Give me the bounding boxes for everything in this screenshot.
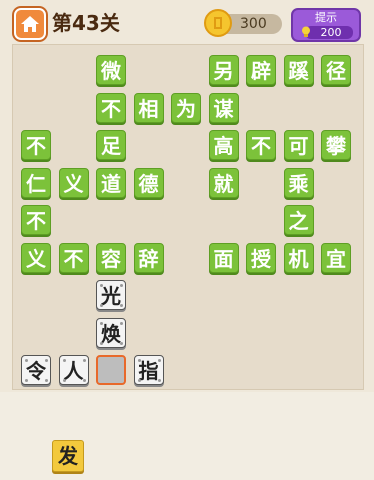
solved-tile: 为 [171,92,201,123]
hint-button[interactable]: 提示 200 [291,8,361,42]
solved-tile: 德 [133,167,164,198]
choice-tile[interactable]: 发 [52,440,84,472]
solved-tile: 不 [21,205,51,235]
solved-tile: 相 [133,92,164,123]
home-button[interactable] [14,8,46,40]
solved-tile: 授 [246,242,276,273]
solved-tile: 高 [208,130,239,160]
solved-tile: 谋 [208,92,239,123]
solved-tile: 不 [96,92,126,123]
solved-tile: 辞 [133,242,164,273]
solved-tile: 乘 [283,167,314,198]
coin-value: 300 [240,16,267,32]
solved-tile: 足 [96,130,126,160]
solved-tile: 面 [208,242,239,273]
puzzle-tile[interactable]: 光 [96,280,126,310]
puzzle-board: 微另辟蹊径不相为谋不足高不可攀仁义道德就乘不之义不容辞面授机宜光焕令人指 [12,44,364,390]
solved-tile: 不 [58,242,89,273]
hint-label: 提示 [315,11,337,24]
coin-icon [204,9,232,37]
solved-tile: 径 [321,55,351,85]
solved-tile: 就 [208,167,239,198]
solved-tile: 机 [283,242,314,273]
puzzle-tile[interactable]: 人 [58,355,89,385]
level-title: 第43关 [52,11,120,35]
solved-tile: 不 [21,130,51,160]
solved-tile: 宜 [321,242,351,273]
puzzle-tile[interactable]: 令 [21,355,51,385]
answer-blank-slot[interactable] [96,355,126,385]
solved-tile: 之 [283,205,314,235]
solved-tile: 仁 [21,167,51,198]
solved-tile: 义 [58,167,89,198]
solved-tile: 可 [283,130,314,160]
solved-tile: 容 [96,242,126,273]
puzzle-tile[interactable]: 指 [133,355,164,385]
hint-cost: 200 [320,26,342,39]
solved-tile: 道 [96,167,126,198]
home-icon [21,16,39,32]
solved-tile: 辟 [246,55,276,85]
solved-tile: 攀 [321,130,351,160]
solved-tile: 义 [21,242,51,273]
puzzle-tile[interactable]: 焕 [96,317,126,348]
solved-tile: 微 [96,55,126,85]
top-bar: 第43关 300 提示 200 [0,0,374,46]
solved-tile: 不 [246,130,276,160]
solved-tile: 蹊 [283,55,314,85]
solved-tile: 另 [208,55,239,85]
